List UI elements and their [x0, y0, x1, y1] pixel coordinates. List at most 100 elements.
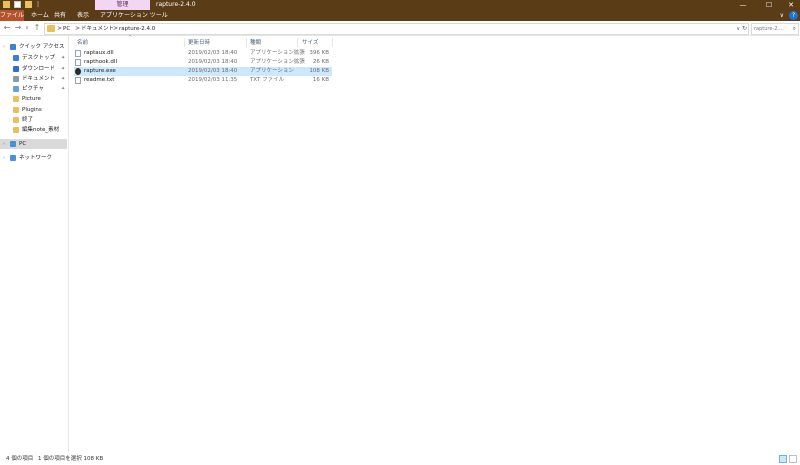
nav-item-label: クイック アクセス: [19, 44, 65, 50]
nav-item-note-materials-folder[interactable]: 編集note_素材: [0, 125, 67, 135]
application-icon: [75, 68, 81, 75]
nav-item-label: ネットワーク: [19, 155, 53, 161]
nav-item-desktop[interactable]: デスクトップ ✦: [0, 53, 67, 63]
nav-item-plugins-folder[interactable]: Plugins: [0, 105, 67, 115]
ribbon-expand-icon[interactable]: ∨: [780, 11, 784, 20]
column-divider[interactable]: [246, 38, 247, 47]
address-dropdown-icon[interactable]: ∨: [736, 24, 740, 34]
tab-application-tools[interactable]: アプリケーション ツール: [100, 10, 168, 21]
file-name: rapture.exe: [84, 68, 116, 74]
address-row: ← → ∨ ↑ > PC > ドキュメント > rapture-2.4.0 ∨ …: [0, 21, 800, 36]
pin-icon[interactable]: ✦: [61, 84, 65, 94]
status-item-count: 4 個の項目: [6, 456, 34, 462]
nav-item-label: 終了: [22, 117, 34, 123]
nav-item-documents[interactable]: ドキュメント ✦: [0, 74, 67, 84]
file-row[interactable]: rapthook.dll 2019/02/03 18:40 アプリケーション拡張…: [74, 58, 332, 67]
column-header-type[interactable]: 種類: [250, 39, 261, 47]
tab-file[interactable]: ファイル: [0, 10, 24, 21]
tab-view[interactable]: 表示: [77, 10, 89, 21]
nav-item-pictures[interactable]: ピクチャ ✦: [0, 84, 67, 94]
expand-icon[interactable]: ›: [3, 153, 5, 163]
nav-item-label: ダウンロード: [22, 66, 56, 72]
sort-ascending-icon: ^: [128, 35, 133, 41]
search-input[interactable]: [752, 24, 792, 34]
expand-icon[interactable]: ›: [3, 42, 5, 52]
window-title: rapture-2.4.0: [156, 1, 196, 8]
pin-icon[interactable]: ✦: [61, 64, 65, 74]
new-folder-icon[interactable]: [25, 1, 32, 8]
file-date: 2019/02/03 18:40: [188, 68, 238, 74]
nav-item-label: 編集note_素材: [22, 127, 60, 133]
up-button[interactable]: ↑: [32, 23, 42, 33]
pin-icon[interactable]: ✦: [61, 53, 65, 63]
navigation-pane: › クイック アクセス デスクトップ ✦ ダウンロード ✦ ドキュメント ✦ ピ…: [0, 36, 69, 452]
close-button[interactable]: ✕: [782, 0, 800, 10]
file-size: 396 KB: [309, 50, 329, 56]
title-bar: | 管理 rapture-2.4.0 — ☐ ✕: [0, 0, 800, 10]
breadcrumb-pc[interactable]: PC: [63, 24, 70, 34]
documents-icon: [13, 76, 19, 82]
folder-icon: [13, 96, 19, 102]
nav-item-label: ピクチャ: [22, 86, 44, 92]
folder-icon: [47, 25, 55, 32]
maximize-button[interactable]: ☐: [760, 0, 778, 10]
tab-share[interactable]: 共有: [54, 10, 66, 21]
nav-item-label: PC: [19, 141, 27, 147]
quick-access-toolbar-dropdown-icon[interactable]: |: [37, 0, 39, 10]
recent-locations-button[interactable]: ∨: [22, 23, 32, 33]
star-icon: [10, 44, 16, 50]
file-name: readme.txt: [84, 77, 115, 83]
column-header-name[interactable]: 名前: [77, 39, 88, 47]
column-divider[interactable]: [297, 38, 298, 47]
file-size: 108 KB: [309, 68, 329, 74]
help-icon[interactable]: ?: [789, 11, 798, 20]
status-bar: 4 個の項目 1 個の項目を選択 108 KB: [0, 453, 800, 465]
folder-icon: [3, 1, 10, 8]
nav-item-downloads[interactable]: ダウンロード ✦: [0, 64, 67, 74]
dll-file-icon: [75, 50, 81, 57]
nav-item-label: Picture: [22, 96, 41, 102]
back-button[interactable]: ←: [2, 23, 12, 33]
pc-icon: [10, 141, 16, 147]
nav-item-label: Plugins: [22, 107, 42, 113]
file-row[interactable]: readme.txt 2019/02/03 11:35 TXT ファイル 16 …: [74, 76, 332, 85]
file-type: アプリケーション: [250, 68, 294, 74]
file-list: ^ 名前 更新日時 種類 サイズ raptaux.dll 2019/02/03 …: [69, 35, 800, 452]
nav-item-pc[interactable]: › PC: [0, 139, 67, 149]
file-size: 26 KB: [312, 59, 329, 65]
file-row[interactable]: raptaux.dll 2019/02/03 18:40 アプリケーション拡張 …: [74, 49, 332, 58]
ribbon-right-controls: ∨ ?: [768, 11, 798, 20]
breadcrumb-documents[interactable]: ドキュメント: [81, 24, 114, 34]
properties-icon[interactable]: [14, 1, 21, 8]
file-name: rapthook.dll: [84, 59, 117, 65]
column-header-date[interactable]: 更新日時: [188, 39, 210, 47]
file-row[interactable]: rapture.exe 2019/02/03 18:40 アプリケーション 10…: [74, 67, 332, 76]
details-view-icon[interactable]: [779, 455, 787, 463]
refresh-icon[interactable]: ↻: [742, 24, 747, 34]
file-type: アプリケーション拡張: [250, 50, 305, 56]
nav-item-network[interactable]: › ネットワーク: [0, 153, 67, 163]
tab-home[interactable]: ホーム: [31, 10, 49, 21]
breadcrumb-current-folder[interactable]: rapture-2.4.0: [119, 24, 155, 34]
ribbon-tabs: ファイル ホーム 共有 表示 アプリケーション ツール ∨ ?: [0, 10, 800, 21]
column-header-size[interactable]: サイズ: [302, 39, 318, 47]
file-date: 2019/02/03 11:35: [188, 77, 238, 83]
column-divider[interactable]: [184, 38, 185, 47]
breadcrumb-separator: >: [57, 25, 63, 32]
large-icons-view-icon[interactable]: [789, 455, 797, 463]
nav-item-done-folder[interactable]: 終了: [0, 115, 67, 125]
search-box[interactable]: ⌕: [751, 23, 799, 35]
pin-icon[interactable]: ✦: [61, 74, 65, 84]
expand-icon[interactable]: ›: [3, 139, 5, 149]
status-selection: 1 個の項目を選択 108 KB: [38, 456, 104, 462]
nav-item-picture-folder[interactable]: Picture: [0, 94, 67, 104]
nav-item-quick-access[interactable]: › クイック アクセス: [0, 42, 67, 52]
file-name: raptaux.dll: [84, 50, 114, 56]
network-icon: [10, 155, 16, 161]
breadcrumb-separator: >: [113, 25, 119, 32]
column-divider[interactable]: [332, 38, 333, 47]
tab-manage[interactable]: 管理: [95, 0, 150, 10]
search-icon[interactable]: ⌕: [793, 24, 796, 34]
address-bar[interactable]: > PC > ドキュメント > rapture-2.4.0 ∨ ↻: [44, 23, 749, 35]
minimize-button[interactable]: —: [734, 0, 752, 10]
